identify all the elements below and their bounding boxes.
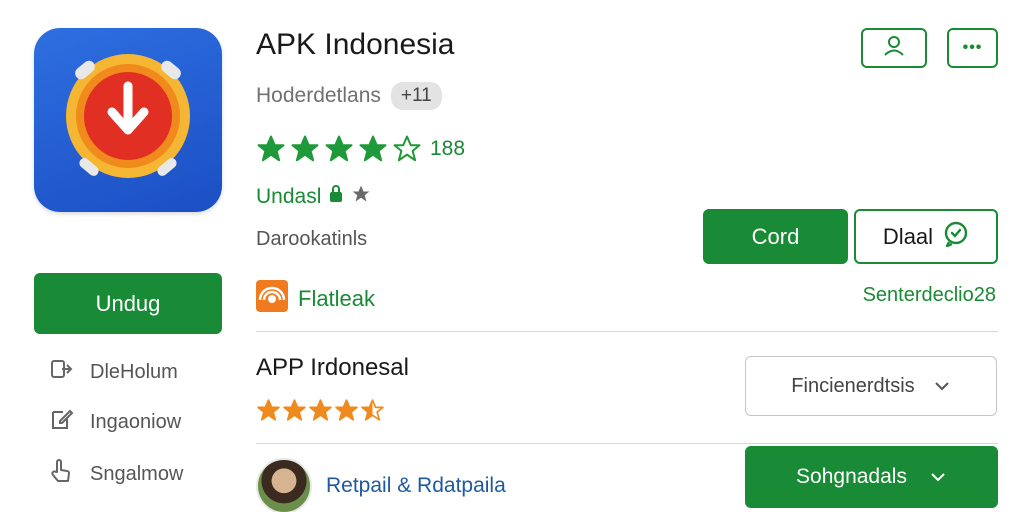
dropdown-label: Sohgnadals	[796, 465, 907, 488]
star-icon	[291, 135, 319, 162]
share-icon	[48, 356, 74, 388]
related-rating-stars	[256, 398, 385, 423]
sidebar-item-label: DleHolum	[90, 360, 178, 383]
star-icon	[393, 135, 421, 162]
developer-row: Hoderdetlans +11	[256, 82, 442, 110]
sohgnadals-dropdown-button[interactable]: Sohgnadals	[745, 446, 998, 508]
status-label: Undasl	[256, 185, 322, 208]
app-title: APK Indonesia	[256, 28, 455, 61]
source-label: Flatleak	[298, 286, 376, 311]
cord-button[interactable]: Cord	[703, 209, 848, 264]
person-icon	[882, 35, 906, 62]
edit-icon	[48, 406, 74, 438]
sidebar-item-label: Sngalmow	[90, 462, 184, 485]
chevron-down-icon	[933, 375, 951, 398]
status-row: Undasl	[256, 184, 371, 210]
more-button[interactable]: •••	[947, 28, 998, 68]
sent-label: Senterdeclio28	[862, 284, 996, 306]
star-icon	[283, 399, 306, 421]
filter-select[interactable]: Fincienerdtsis	[745, 356, 997, 416]
dlaal-label: Dlaal	[882, 223, 934, 249]
chat-icon	[943, 221, 969, 253]
app-description: Darookatinls	[256, 228, 368, 250]
hand-pointer-icon	[48, 458, 74, 490]
related-app-title[interactable]: APP Irdonesal	[256, 354, 409, 382]
more-icon: •••	[962, 39, 983, 56]
lock-icon	[327, 184, 345, 210]
sidebar-item-edit[interactable]: Ingaoniow	[48, 406, 181, 438]
star-icon	[325, 135, 353, 162]
sidebar-item-label: Ingaoniow	[90, 410, 182, 433]
star-icon	[335, 399, 358, 421]
star-icon	[257, 135, 285, 162]
source-row[interactable]: Flatleak	[256, 280, 375, 318]
star-icon	[361, 399, 384, 421]
select-label: Fincienerdtsis	[791, 374, 915, 397]
rating-stars	[256, 134, 422, 164]
app-icon	[34, 28, 222, 212]
star-icon	[257, 399, 280, 421]
rating-count: 188	[430, 137, 466, 160]
sidebar-item-share[interactable]: DleHolum	[48, 356, 178, 388]
star-icon	[359, 135, 387, 162]
download-button[interactable]: Undug	[34, 273, 222, 334]
avatar	[256, 458, 312, 512]
author-row[interactable]: Retpail & Rdatpaila	[256, 458, 506, 512]
divider	[256, 443, 998, 444]
dlaal-button[interactable]: Dlaal	[854, 209, 998, 264]
star-small-icon	[351, 184, 371, 210]
profile-button[interactable]	[861, 28, 927, 68]
author-name: Retpail & Rdatpaila	[326, 474, 506, 497]
rating-row: 188	[256, 134, 465, 164]
star-icon	[309, 399, 332, 421]
sidebar-item-hand[interactable]: Sngalmow	[48, 458, 183, 490]
divider	[256, 331, 998, 332]
rss-icon	[256, 280, 288, 318]
chevron-down-icon	[929, 465, 947, 489]
count-badge: +11	[390, 82, 442, 110]
developer-name[interactable]: Hoderdetlans	[256, 84, 381, 108]
